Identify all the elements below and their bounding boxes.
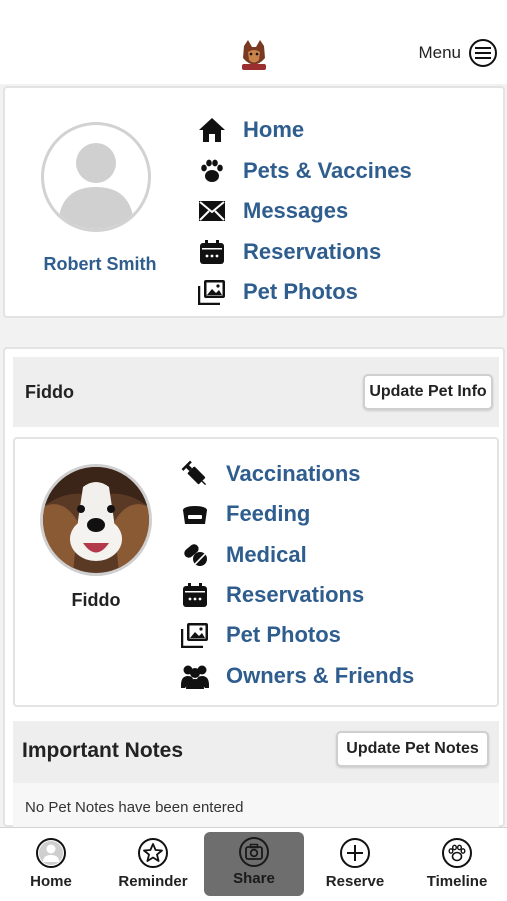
owner-nav-label: Pet Photos	[243, 279, 358, 305]
pet-nav-vaccinations[interactable]: Vaccinations	[180, 454, 414, 494]
tab-label: Reserve	[325, 873, 385, 890]
owner-nav-label: Reservations	[243, 238, 382, 264]
tab-label: Share	[233, 870, 275, 887]
pet-nav-label: Medical	[226, 541, 307, 567]
owner-nav: Home Pets & Vaccines Messages Reservatio…	[197, 110, 412, 313]
pet-nav-label: Owners & Friends	[226, 662, 415, 688]
update-pet-notes-button[interactable]: Update Pet Notes	[336, 731, 489, 767]
plus-circle-icon	[339, 837, 371, 869]
pet-nav-pet-photos[interactable]: Pet Photos	[180, 615, 414, 655]
owner-card: Robert Smith Home Pets & Vaccines Messag…	[3, 86, 505, 318]
owner-nav-label: Pets & Vaccines	[243, 157, 412, 183]
tab-label: Timeline	[426, 873, 488, 890]
menu-label: Menu	[418, 43, 461, 62]
owner-nav-reservations[interactable]: Reservations	[197, 232, 412, 273]
pet-name: Fiddo	[71, 590, 121, 610]
syringe-icon	[180, 459, 210, 489]
pet-card: Fiddo Vaccinations Feeding Medical Reser…	[13, 437, 499, 707]
tab-timeline[interactable]: Timeline	[418, 828, 496, 901]
owner-nav-home[interactable]: Home	[197, 110, 412, 151]
pet-header-name: Fiddo	[25, 382, 74, 402]
house-icon	[197, 115, 227, 145]
pet-nav-feeding[interactable]: Feeding	[180, 494, 414, 534]
envelope-icon	[197, 196, 227, 226]
pet-nav-reservations[interactable]: Reservations	[180, 575, 414, 615]
camera-icon	[238, 836, 270, 868]
tab-label: Home	[30, 873, 72, 890]
menu-button[interactable]: Menu	[418, 36, 497, 70]
paw-circle-icon	[441, 837, 473, 869]
app-logo[interactable]	[238, 38, 270, 72]
owner-nav-pets-vaccines[interactable]: Pets & Vaccines	[197, 151, 412, 192]
star-icon	[137, 837, 169, 869]
paw-icon	[197, 156, 227, 186]
tab-reserve[interactable]: Reserve	[318, 828, 392, 901]
food-bowl-icon	[180, 499, 210, 529]
pills-icon	[180, 540, 210, 570]
owner-name[interactable]: Robert Smith	[25, 254, 175, 275]
tab-home[interactable]: Home	[15, 828, 87, 901]
tab-reminder[interactable]: Reminder	[112, 828, 194, 901]
tab-share[interactable]: Share	[204, 832, 304, 896]
pet-nav-label: Reservations	[226, 582, 365, 608]
owner-nav-label: Home	[243, 117, 305, 143]
tab-label: Reminder	[118, 873, 188, 890]
calendar-icon	[180, 580, 210, 610]
owner-nav-messages[interactable]: Messages	[197, 191, 412, 232]
people-icon	[180, 661, 210, 691]
notes-title: Important Notes	[22, 739, 184, 762]
calendar-icon	[197, 237, 227, 267]
pet-photo[interactable]	[40, 464, 152, 576]
owner-nav-pet-photos[interactable]: Pet Photos	[197, 272, 412, 313]
photos-icon	[180, 620, 210, 650]
pet-nav-label: Vaccinations	[226, 461, 361, 487]
pet-nav-owners-friends[interactable]: Owners & Friends	[180, 655, 414, 695]
pet-nav-medical[interactable]: Medical	[180, 535, 414, 575]
owner-nav-label: Messages	[243, 198, 349, 224]
notes-empty-text: No Pet Notes have been entered	[25, 799, 244, 816]
pet-nav-label: Pet Photos	[226, 622, 341, 648]
pet-section: Fiddo Update Pet Info Fiddo Vaccinations…	[3, 347, 505, 827]
pet-nav: Vaccinations Feeding Medical Reservation…	[180, 454, 414, 696]
hamburger-icon	[469, 39, 497, 67]
pet-nav-label: Feeding	[226, 501, 311, 527]
owner-avatar[interactable]	[41, 122, 151, 232]
notes-header: Important Notes Update Pet Notes	[13, 721, 499, 783]
notes-body: No Pet Notes have been entered	[13, 783, 499, 827]
bottom-nav: Home Reminder Share Reserve Timeline	[0, 827, 507, 901]
user-circle-icon	[35, 837, 67, 869]
pet-header: Fiddo Update Pet Info	[13, 357, 499, 427]
top-bar: Menu	[0, 0, 507, 84]
update-pet-info-button[interactable]: Update Pet Info	[363, 374, 493, 410]
photos-icon	[197, 277, 227, 307]
